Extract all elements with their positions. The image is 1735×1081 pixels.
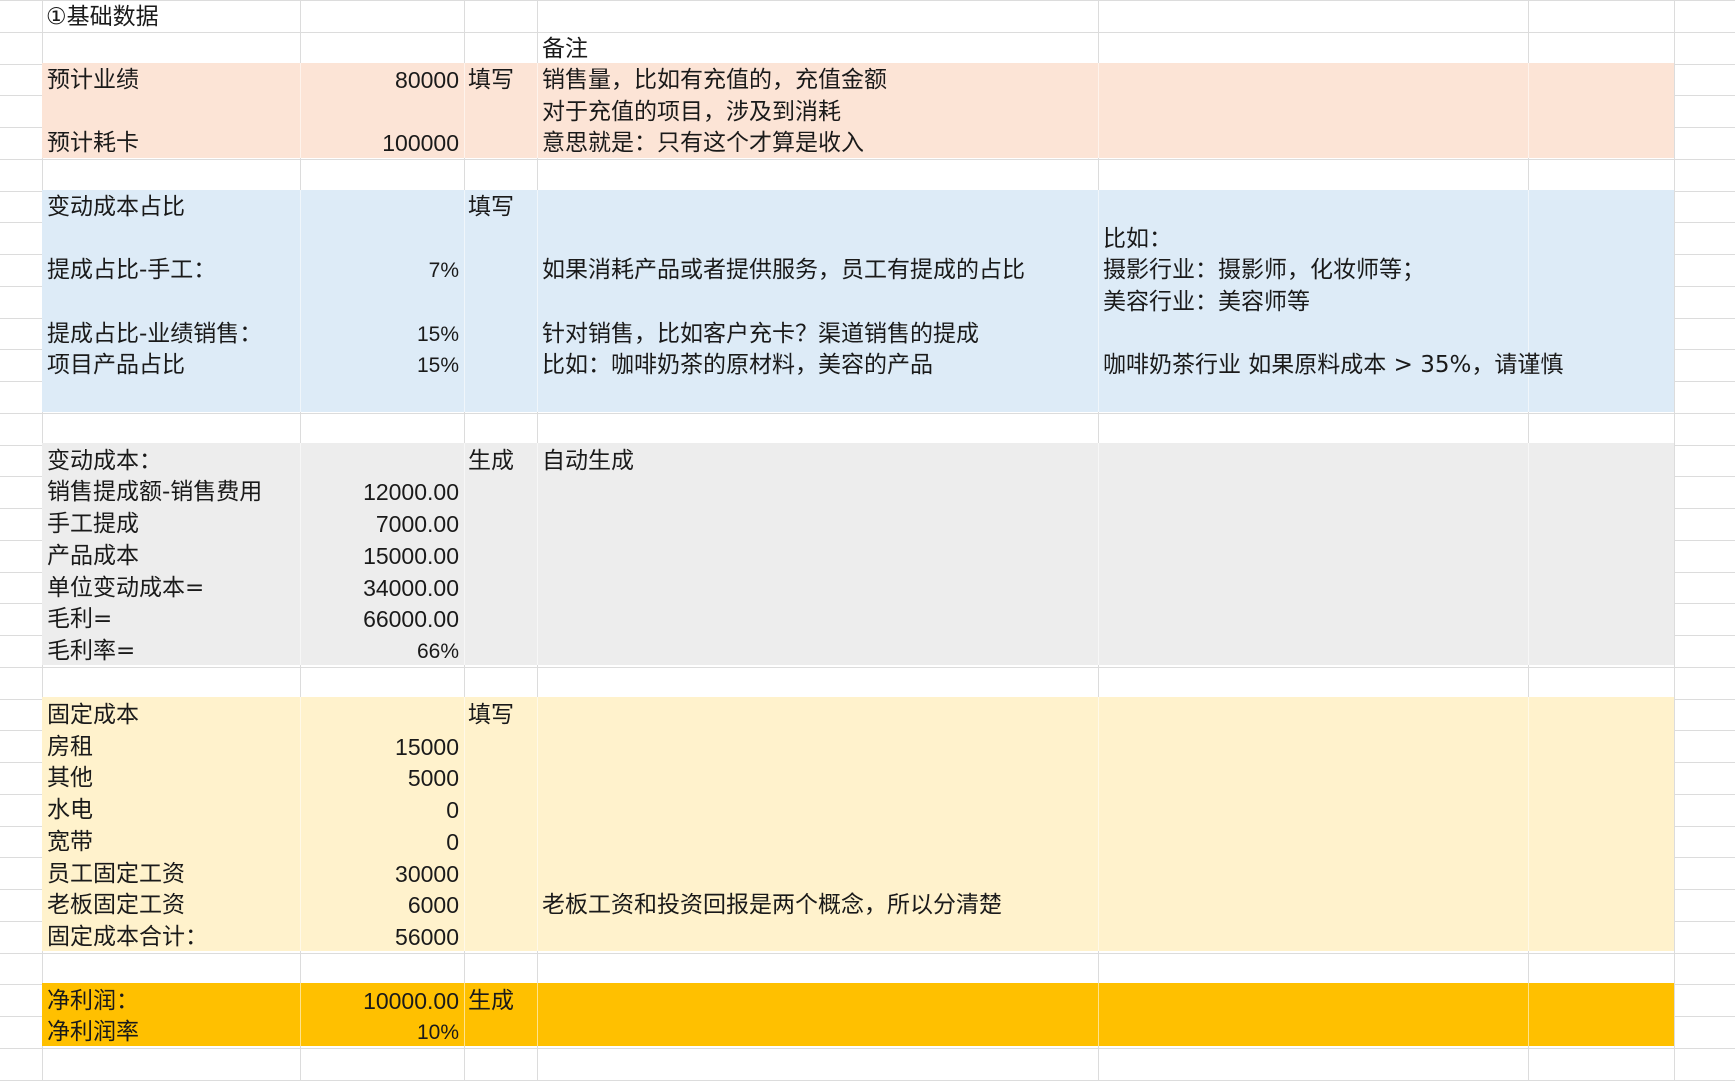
cell-extra[interactable]: 咖啡奶茶行业 如果原料成本 > 35%，请谨慎 xyxy=(1103,350,1563,381)
band-column-line xyxy=(537,63,538,158)
band-column-line xyxy=(1528,983,1529,1046)
cell-label[interactable]: 提成占比-手工： xyxy=(47,255,216,286)
cell-value[interactable]: 5000 xyxy=(300,763,459,794)
band-column-line xyxy=(1528,697,1529,951)
row-gridline xyxy=(0,1048,1735,1049)
var-cost-band xyxy=(42,443,1674,665)
row-gridline xyxy=(0,667,1735,668)
section-header[interactable]: 变动成本占比 xyxy=(47,192,185,223)
band-column-line xyxy=(1098,443,1099,665)
row-gridline xyxy=(0,0,1735,1)
cell-value[interactable]: 80000 xyxy=(300,65,459,96)
cell-extra[interactable]: 比如： xyxy=(1103,224,1172,255)
cell-value[interactable]: 34000.00 xyxy=(300,573,459,604)
section-header[interactable]: 变动成本： xyxy=(47,446,162,477)
cell-value[interactable]: 10% xyxy=(300,1017,459,1048)
cell-note[interactable]: 意思就是：只有这个才算是收入 xyxy=(542,128,864,159)
sheet-title[interactable]: ①基础数据 xyxy=(46,2,159,33)
cell-label[interactable]: 单位变动成本= xyxy=(47,573,204,604)
cell-label[interactable]: 销售提成额-销售费用 xyxy=(47,477,262,508)
cell-tag[interactable]: 生成 xyxy=(468,446,514,477)
cell-value[interactable]: 15000.00 xyxy=(300,541,459,572)
band-column-line xyxy=(1528,443,1529,665)
row-gridline xyxy=(0,413,1735,414)
cell-label[interactable]: 产品成本 xyxy=(47,541,139,572)
cell-label[interactable]: 项目产品占比 xyxy=(47,350,185,381)
cell-note[interactable]: 针对销售，比如客户充卡？渠道销售的提成 xyxy=(542,319,979,350)
section-header[interactable]: 固定成本 xyxy=(47,700,139,731)
cell-note[interactable]: 自动生成 xyxy=(542,446,634,477)
row-gridline xyxy=(0,953,1735,954)
cell-value[interactable]: 15% xyxy=(300,350,459,381)
band-column-line xyxy=(464,63,465,158)
spreadsheet-grid[interactable]: ①基础数据 备注 预计业绩 80000 填写 销售量，比如有充值的，充值金额 对… xyxy=(0,0,1735,1081)
cell-label[interactable]: 毛利= xyxy=(47,604,112,635)
band-column-line xyxy=(537,443,538,665)
cell-label[interactable]: 固定成本合计： xyxy=(47,922,208,953)
cell-tag[interactable]: 填写 xyxy=(468,192,514,223)
band-column-line xyxy=(464,983,465,1046)
cell-label[interactable]: 净利润率 xyxy=(47,1017,139,1048)
band-column-line xyxy=(464,190,465,412)
cell-value[interactable]: 15000 xyxy=(300,732,459,763)
band-column-line xyxy=(537,697,538,951)
cell-label[interactable]: 房租 xyxy=(47,732,93,763)
cell-label[interactable]: 预计耗卡 xyxy=(47,128,139,159)
band-column-line xyxy=(464,697,465,951)
cell-value[interactable]: 66000.00 xyxy=(300,604,459,635)
band-column-line xyxy=(537,983,538,1046)
profit-band xyxy=(42,983,1674,1046)
cell-note[interactable]: 对于充值的项目，涉及到消耗 xyxy=(542,97,841,128)
cell-note[interactable]: 老板工资和投资回报是两个概念，所以分清楚 xyxy=(542,890,1002,921)
cell-value[interactable]: 100000 xyxy=(300,128,459,159)
band-column-line xyxy=(537,190,538,412)
cell-label[interactable]: 手工提成 xyxy=(47,509,139,540)
band-column-line xyxy=(1098,190,1099,412)
cell-value[interactable]: 7000.00 xyxy=(300,509,459,540)
cell-extra[interactable]: 摄影行业：摄影师，化妆师等； xyxy=(1103,255,1425,286)
cell-tag[interactable]: 生成 xyxy=(468,986,514,1017)
cell-label[interactable]: 员工固定工资 xyxy=(47,859,185,890)
band-column-line xyxy=(1098,697,1099,951)
cell-value[interactable]: 6000 xyxy=(300,890,459,921)
row-gridline xyxy=(0,159,1735,160)
cell-label[interactable]: 净利润： xyxy=(47,986,139,1017)
cell-value[interactable]: 0 xyxy=(300,827,459,858)
cell-value[interactable]: 30000 xyxy=(300,859,459,890)
cell-tag[interactable]: 填写 xyxy=(468,65,514,96)
cell-value[interactable]: 12000.00 xyxy=(300,477,459,508)
cell-note[interactable]: 销售量，比如有充值的，充值金额 xyxy=(542,65,887,96)
cell-value[interactable]: 15% xyxy=(300,319,459,350)
band-column-line xyxy=(1098,983,1099,1046)
cell-tag[interactable]: 填写 xyxy=(468,700,514,731)
cell-label[interactable]: 提成占比-业绩销售： xyxy=(47,319,262,350)
cell-value[interactable]: 7% xyxy=(300,255,459,286)
cell-label[interactable]: 水电 xyxy=(47,795,93,826)
cell-value[interactable]: 66% xyxy=(300,636,459,667)
cell-label[interactable]: 宽带 xyxy=(47,827,93,858)
cell-label[interactable]: 毛利率= xyxy=(47,636,135,667)
cell-extra[interactable]: 美容行业：美容师等 xyxy=(1103,287,1310,318)
band-column-line xyxy=(1098,63,1099,158)
band-column-line xyxy=(464,443,465,665)
cell-note[interactable]: 比如：咖啡奶茶的原材料，美容的产品 xyxy=(542,350,933,381)
cell-value[interactable]: 0 xyxy=(300,795,459,826)
row-gridline xyxy=(0,32,1735,33)
cell-label[interactable]: 预计业绩 xyxy=(47,65,139,96)
band-column-line xyxy=(1528,63,1529,158)
cell-note[interactable]: 如果消耗产品或者提供服务，员工有提成的占比 xyxy=(542,255,1025,286)
cell-label[interactable]: 老板固定工资 xyxy=(47,890,185,921)
column-gridline xyxy=(1674,0,1675,1080)
cell-value[interactable]: 10000.00 xyxy=(300,986,459,1017)
cell-value[interactable]: 56000 xyxy=(300,922,459,953)
notes-header[interactable]: 备注 xyxy=(542,34,588,65)
cell-label[interactable]: 其他 xyxy=(47,763,93,794)
